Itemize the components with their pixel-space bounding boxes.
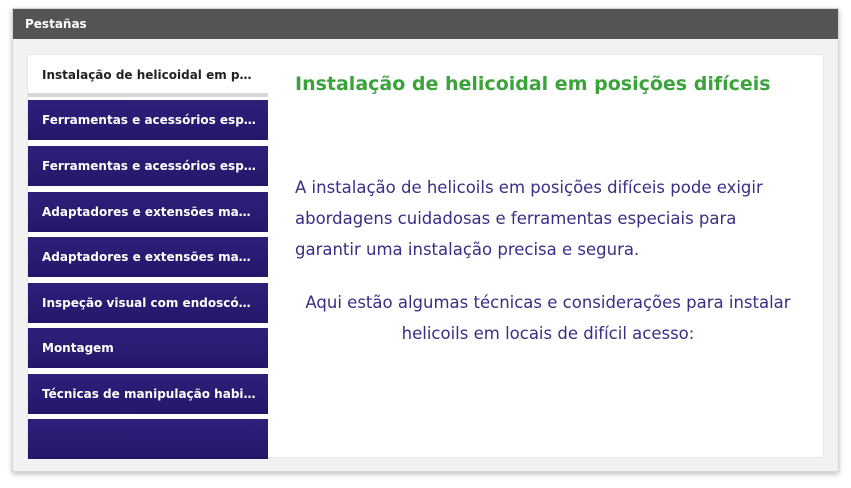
panel-header: Pestañas [13,9,838,39]
tab-content: Instalação de helicoidal em posições dif… [268,55,823,459]
tab-ferramentas-acessorios-1[interactable]: Ferramentas e acessórios especiais [28,100,268,140]
tab-montagem[interactable]: Montagem [28,328,268,368]
tab-tecnicas-manipulacao[interactable]: Técnicas de manipulação habilid... [28,374,268,414]
tab-inspecao-visual[interactable]: Inspeção visual com endoscópio [28,283,268,323]
tab-adaptadores-extensoes-1[interactable]: Adaptadores e extensões magné... [28,192,268,232]
tabs-panel: Pestañas Instalação de helicoidal em pos… [12,8,839,472]
tab-list: Instalação de helicoidal em posiç... Fer… [28,55,268,459]
tab-empty[interactable] [28,419,268,459]
tabs-container: Instalação de helicoidal em posiç... Fer… [27,54,824,459]
content-paragraph-2: Aqui estão algumas técnicas e consideraç… [305,293,791,343]
tab-adaptadores-extensoes-2[interactable]: Adaptadores e extensões magné... [28,237,268,277]
tab-instalacao-helicoidal[interactable]: Instalação de helicoidal em posiç... [28,55,268,97]
content-paragraph-1: A instalação de helicoils em posições di… [295,178,763,259]
content-title: Instalação de helicoidal em posições dif… [295,73,771,95]
tab-ferramentas-acessorios-2[interactable]: Ferramentas e acessórios especiais [28,146,268,186]
